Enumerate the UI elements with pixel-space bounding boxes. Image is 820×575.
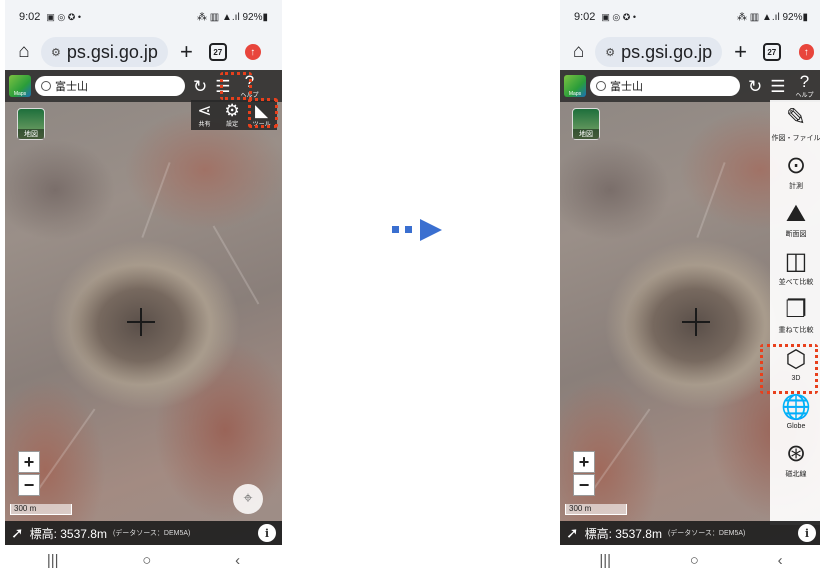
pencil-icon: ✎ [785,104,807,131]
crosshair-icon [127,308,155,336]
split-compare-icon: ◫ [784,248,808,275]
new-tab-icon[interactable]: + [734,39,747,65]
tool-measure[interactable]: ⊙ 計測 [771,148,820,196]
zoom-in-button[interactable]: + [573,451,595,473]
address-field[interactable]: ⚙ ps.gsi.go.jp [595,37,723,67]
notification-icons: ▣ ◎ ✪ • [46,11,81,22]
list-icon: ☰ [770,76,786,96]
zoom-out-button[interactable]: − [573,474,595,496]
site-settings-icon[interactable]: ⚙ [605,46,615,59]
tab-count-button[interactable]: 27 [208,43,227,61]
search-input[interactable]: 富士山 [35,76,185,96]
zoom-out-button[interactable]: − [18,474,40,496]
zoom-in-button[interactable]: + [18,451,40,473]
reload-icon[interactable]: ↻ [193,78,207,95]
arrow-icon[interactable]: ➚ [11,524,24,542]
settings-button[interactable]: ⚙ 設定 [224,102,239,128]
back-icon[interactable]: ‹ [235,552,240,569]
profile-icon: ⛰ [785,200,807,227]
right-screenshot: 9:02 ▣ ◎ ✪ • ⁂ ▥ ▲.ıl 92%▮ ⌂ ⚙ ps.gsi.go… [560,0,820,575]
update-icon[interactable]: ↑ [244,44,261,60]
android-nav-bar: ||| ○ ‹ [560,545,820,575]
crosshair-icon [682,308,710,336]
map-toolbar: Maps 富士山 ↻ ☰ ? ヘルプ [560,70,820,102]
home-nav-icon[interactable]: ○ [690,552,699,569]
elevation-bar: ➚ 標高: 3537.8m (データソース：DEM5A) i [5,521,282,545]
search-query: 富士山 [55,81,88,93]
status-time: 9:02 [19,11,41,23]
search-query: 富士山 [610,81,643,93]
tool-overlay-compare[interactable]: ❐ 重ねて比較 [771,292,820,340]
scale-bar: 300 m [10,504,72,515]
help-button[interactable]: ? ヘルプ [796,73,814,99]
info-icon[interactable]: i [798,524,816,542]
tab-count-button[interactable]: 27 [763,43,781,61]
elevation-bar: ➚ 標高: 3537.8m (データソース：DEM5A) i [560,521,820,545]
home-icon[interactable]: ⌂ [568,41,589,63]
info-icon[interactable]: i [258,524,276,542]
search-input[interactable]: 富士山 [590,76,740,96]
highlight-3d [760,344,818,394]
update-icon[interactable]: ↑ [798,44,814,60]
back-icon[interactable]: ‹ [778,552,783,569]
measure-icon: ⊙ [785,152,807,179]
elevation-source: (データソース：DEM5A) [667,530,746,537]
location-icon[interactable]: ⌖ [233,484,263,514]
left-screenshot: 9:02 ▣ ◎ ✪ • ⁂ ▥ ▲.ıl 92%▮ ⌂ ⚙ ps.gsi.go… [5,0,282,575]
gsi-logo[interactable]: Maps [9,75,31,97]
elevation-label: 標高: 3537.8m [29,526,107,541]
globe-icon: 🌐 [781,393,811,421]
overlay-compare-icon: ❐ [785,296,807,323]
notification-icons: ▣ ◎ ✪ • [601,11,636,22]
site-settings-icon[interactable]: ⚙ [51,46,61,59]
menu-button[interactable]: ☰ [770,78,785,95]
search-icon [596,81,606,91]
new-tab-icon[interactable]: + [180,39,193,65]
elevation-source: (データソース：DEM5A) [112,530,191,537]
gsi-logo[interactable]: Maps [564,75,586,97]
gear-icon: ⚙ [224,101,240,120]
status-battery: ⁂ ▥ ▲.ıl 92%▮ [737,11,808,23]
home-nav-icon[interactable]: ○ [142,552,151,569]
android-nav-bar: ||| ○ ‹ [5,545,282,575]
tool-draw-file[interactable]: ✎ 作図・ファイル [771,100,820,148]
home-icon[interactable]: ⌂ [13,41,35,63]
status-battery: ⁂ ▥ ▲.ıl 92%▮ [197,11,268,23]
tool-globe[interactable]: 🌐 Globe [771,388,820,436]
share-icon: ⋖ [197,101,212,120]
compass-icon: ⊛ [785,440,807,467]
browser-url-bar: ⌂ ⚙ ps.gsi.go.jp + 27 ↑ [5,34,282,70]
tool-profile[interactable]: ⛰ 断面図 [771,196,820,244]
tool-magnetic-north[interactable]: ⊛ 磁北線 [771,436,820,484]
scale-bar: 300 m [565,504,627,515]
recents-icon[interactable]: ||| [599,552,611,569]
transition-arrow-icon [390,219,446,241]
highlight-tools [248,98,278,128]
reload-icon[interactable]: ↻ [748,78,762,95]
url-text: ps.gsi.go.jp [66,41,158,62]
elevation-label: 標高: 3537.8m [584,526,662,541]
layer-button[interactable]: 地図 [572,108,600,140]
address-field[interactable]: ⚙ ps.gsi.go.jp [41,37,168,67]
browser-url-bar: ⌂ ⚙ ps.gsi.go.jp + 27 ↑ [560,34,820,70]
layer-button[interactable]: 地図 [17,108,45,140]
search-icon [41,81,51,91]
tool-split-compare[interactable]: ◫ 並べて比較 [771,244,820,292]
status-bar: 9:02 ▣ ◎ ✪ • ⁂ ▥ ▲.ıl 92%▮ [5,0,282,34]
status-bar: 9:02 ▣ ◎ ✪ • ⁂ ▥ ▲.ıl 92%▮ [560,0,820,34]
tools-side-panel: ✎ 作図・ファイル ⊙ 計測 ⛰ 断面図 ◫ 並べて比較 ❐ 重ねて比較 ⬡ 3D 🌐 Glo… [770,100,820,525]
arrow-icon[interactable]: ➚ [566,524,579,542]
share-button[interactable]: ⋖ 共有 [197,102,211,128]
recents-icon[interactable]: ||| [47,552,59,569]
highlight-menu [220,72,252,100]
status-time: 9:02 [574,11,596,23]
url-text: ps.gsi.go.jp [621,41,713,62]
